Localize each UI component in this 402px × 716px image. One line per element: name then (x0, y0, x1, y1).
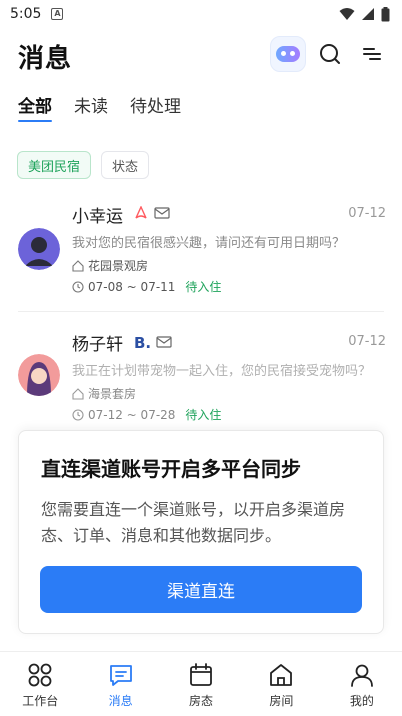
signal-icon (362, 8, 374, 20)
clock-icon (72, 280, 84, 293)
room-info: 花园景观房 (72, 257, 148, 274)
sender-name: 小幸运 (72, 207, 123, 227)
stay-info: 07-12 ~ 07-28 待入住 (72, 406, 221, 423)
room-icon (72, 259, 84, 272)
nav-label: 房态 (189, 694, 214, 708)
channel-badges (134, 206, 170, 220)
card-description: 您需要直连一个渠道账号，以开启多渠道房态、订单、消息和其他数据同步。 (41, 500, 346, 545)
battery-icon (381, 6, 390, 21)
grid-icon (28, 663, 52, 687)
tab-bar: 全部 未读 待处理 (18, 92, 181, 126)
menu-icon[interactable] (360, 42, 384, 66)
status-bar: 5:05 A (0, 0, 402, 28)
mail-icon (154, 207, 170, 219)
channel-connect-card: 直连渠道账号开启多平台同步 您需要直连一个渠道账号，以开启多渠道房态、订单、消息… (18, 430, 384, 634)
nav-rooms[interactable]: 房间 (241, 652, 321, 716)
message-date: 07-12 (348, 206, 386, 221)
nav-label: 房间 (269, 694, 294, 708)
avatar (18, 228, 60, 270)
message-item[interactable]: 杨子轩 B. 07-12 我正在计划带宠物一起入住，您的民宿接受宠物吗？ 海景套… (0, 326, 402, 426)
user-icon (350, 664, 373, 687)
tab-all[interactable]: 全部 (18, 92, 52, 122)
clock-icon (72, 408, 84, 421)
stay-dates: 07-08 ~ 07-11 (88, 279, 176, 294)
card-title: 直连渠道账号开启多平台同步 (41, 457, 301, 481)
nav-label: 工作台 (22, 694, 59, 708)
message-date: 07-12 (348, 334, 386, 349)
nav-profile[interactable]: 我的 (322, 652, 402, 716)
message-preview: 我正在计划带宠物一起入住，您的民宿接受宠物吗？ (72, 364, 372, 379)
avatar (18, 354, 60, 396)
stay-dates: 07-12 ~ 07-28 (88, 407, 176, 422)
booking-icon: B. (134, 334, 150, 350)
filter-bar: 美团民宿 状态 (17, 151, 150, 179)
room-icon (72, 387, 84, 400)
divider (18, 311, 384, 312)
ai-assistant-button[interactable] (270, 36, 306, 72)
message-icon (109, 665, 132, 686)
nav-room-status[interactable]: 房态 (161, 652, 241, 716)
page-title: 消息 (18, 44, 73, 74)
nav-label: 消息 (108, 694, 133, 708)
home-icon (270, 664, 293, 686)
robot-icon (276, 46, 300, 62)
message-item[interactable]: 小幸运 07-12 我对您的民宿很感兴趣，请问还有可用日期吗？ 花园景观房 07… (0, 196, 402, 306)
nav-messages[interactable]: 消息 (80, 652, 160, 716)
tab-unread[interactable]: 未读 (74, 92, 108, 122)
tab-pending[interactable]: 待处理 (130, 92, 181, 122)
status-time: 5:05 (10, 6, 42, 22)
sender-name: 杨子轩 (72, 335, 123, 355)
airbnb-icon (135, 206, 147, 219)
connect-channel-button[interactable]: 渠道直连 (40, 566, 362, 613)
calendar-icon (190, 663, 212, 686)
filter-meituan[interactable]: 美团民宿 (17, 151, 92, 179)
mail-icon (156, 336, 172, 348)
svg-text:B.: B. (134, 334, 150, 350)
stay-info: 07-08 ~ 07-11 待入住 (72, 278, 221, 295)
room-name: 花园景观房 (88, 259, 149, 273)
nav-label: 我的 (349, 694, 374, 708)
status-badge: 待入住 (185, 408, 222, 422)
nav-workbench[interactable]: 工作台 (0, 652, 80, 716)
channel-badges: B. (134, 334, 172, 350)
search-icon[interactable] (318, 42, 342, 66)
bottom-nav: 工作台 消息 房态 房间 我的 (0, 651, 402, 716)
room-info: 海景套房 (72, 385, 136, 402)
room-name: 海景套房 (88, 387, 137, 401)
notification-icon: A (51, 8, 64, 20)
status-indicators (339, 6, 390, 22)
header: 消息 (0, 30, 402, 82)
status-badge: 待入住 (185, 280, 222, 294)
message-preview: 我对您的民宿很感兴趣，请问还有可用日期吗？ (72, 236, 346, 251)
filter-status[interactable]: 状态 (101, 151, 150, 179)
wifi-icon (339, 8, 355, 20)
